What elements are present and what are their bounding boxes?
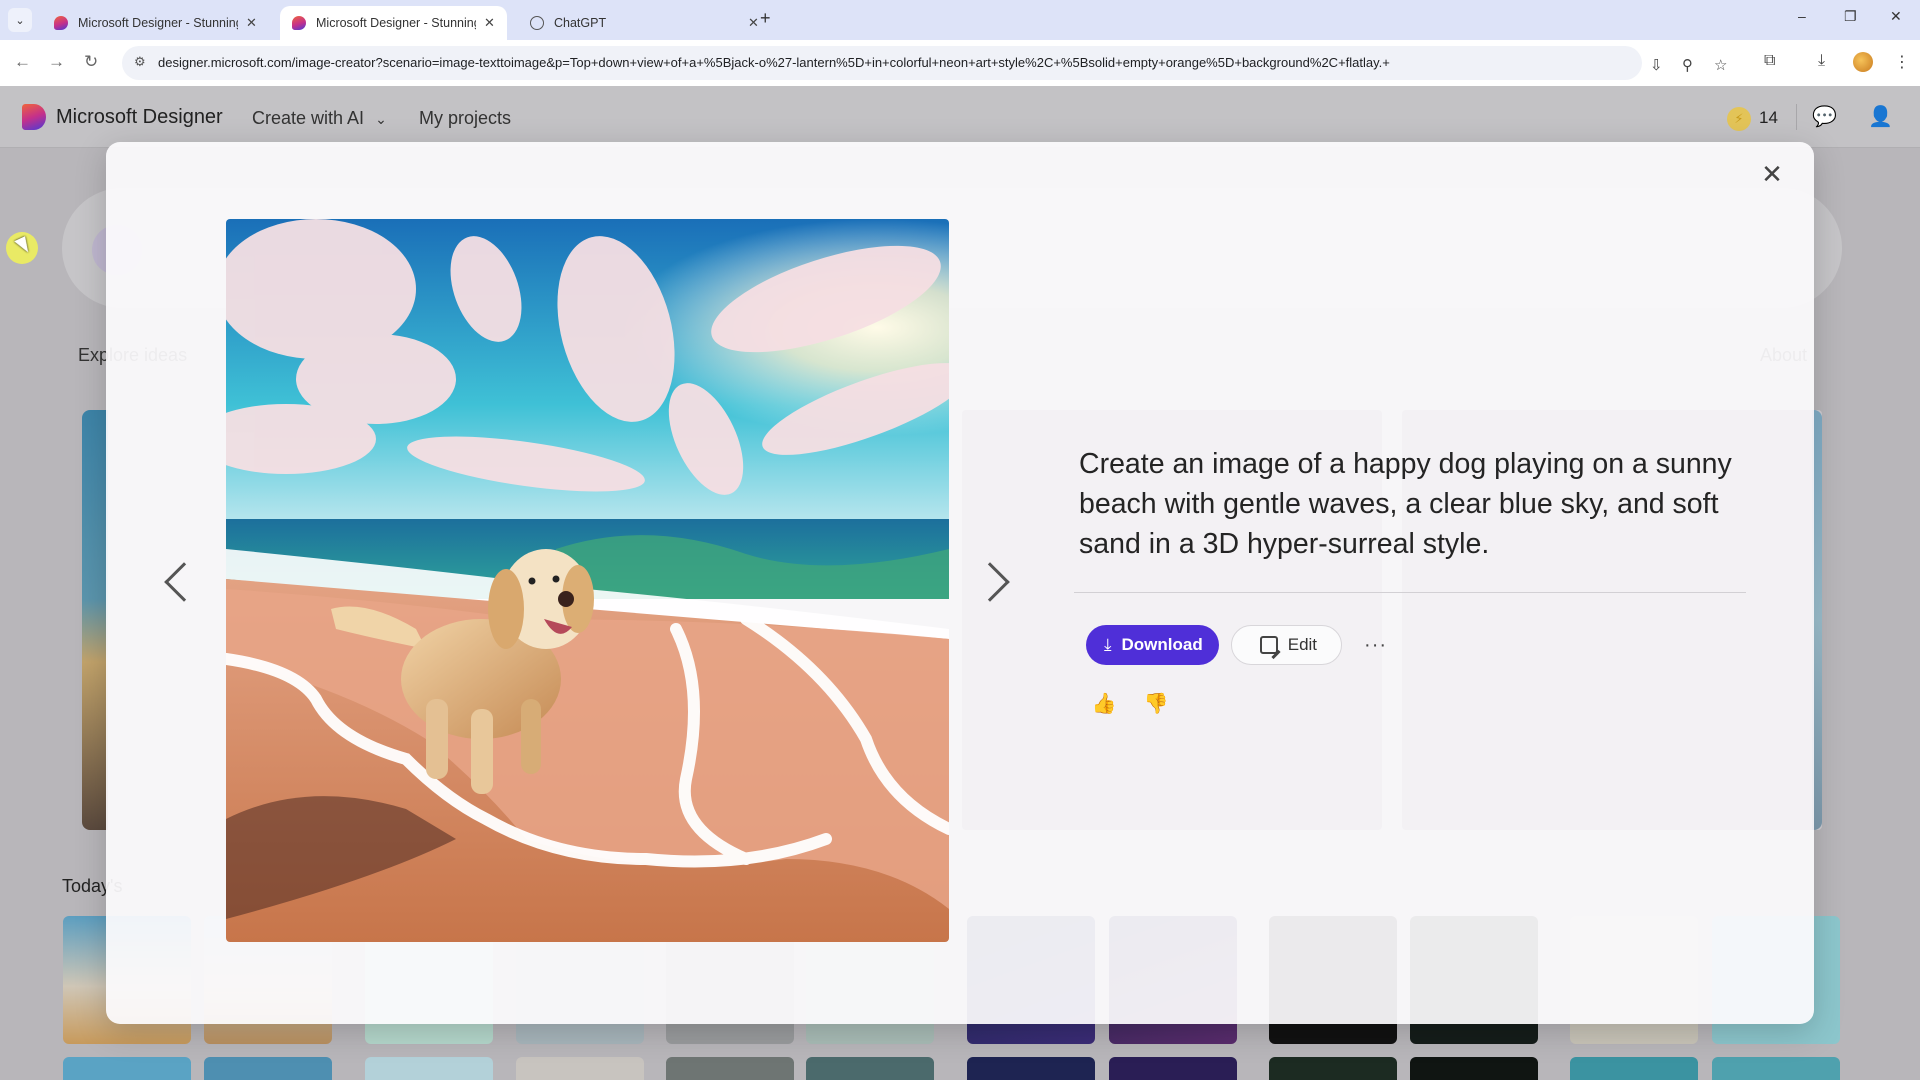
- tab-close-icon[interactable]: ✕: [748, 15, 759, 31]
- tab-close-icon[interactable]: ✕: [246, 15, 257, 31]
- more-options-icon[interactable]: ···: [1364, 634, 1387, 657]
- tab-search-button[interactable]: ⌄: [8, 8, 32, 32]
- header-divider: [1796, 104, 1797, 130]
- boost-coin-icon[interactable]: ⚡: [1727, 107, 1751, 131]
- background-thumbnail: [1410, 1057, 1538, 1080]
- extensions-icon[interactable]: ⧉: [1764, 52, 1775, 70]
- browser-toolbar: ← → ↻ ⚙ designer.microsoft.com/image-cre…: [0, 40, 1920, 86]
- generated-image[interactable]: [226, 219, 949, 942]
- tab-title: Microsoft Designer - Stunning d: [316, 16, 476, 30]
- account-icon[interactable]: 👤: [1868, 104, 1893, 129]
- feedback-buttons: 👍 👎: [1088, 687, 1192, 719]
- chevron-right-icon: [970, 562, 1010, 602]
- site-info-icon[interactable]: ⚙: [134, 54, 146, 70]
- downloads-icon[interactable]: ⤓: [1818, 52, 1825, 70]
- chevron-down-icon: ⌄: [15, 14, 25, 27]
- chatgpt-favicon-icon: [530, 16, 544, 30]
- boosts-count: 14: [1759, 108, 1778, 127]
- next-image-button[interactable]: [970, 552, 1018, 612]
- address-bar[interactable]: ⚙ designer.microsoft.com/image-creator?s…: [122, 46, 1727, 80]
- background-thumbnail: [1109, 1057, 1237, 1080]
- background-thumbnail: [204, 1057, 332, 1080]
- nav-create-with-ai[interactable]: Create with AI ⌄: [252, 108, 387, 129]
- divider: [1074, 592, 1746, 593]
- designer-favicon-icon: [292, 16, 306, 30]
- thumbs-down-icon[interactable]: 👎: [1140, 687, 1172, 719]
- designer-logo-icon[interactable]: [22, 104, 46, 130]
- designer-favicon-icon: [54, 16, 68, 30]
- background-thumbnail: [1570, 1057, 1698, 1080]
- close-modal-button[interactable]: ✕: [1756, 158, 1788, 190]
- background-thumbnail: [967, 1057, 1095, 1080]
- image-actions: ⤓ Download Edit ···: [1086, 625, 1387, 665]
- download-button[interactable]: ⤓ Download: [1086, 625, 1219, 665]
- download-label: Download: [1121, 635, 1203, 654]
- chevron-left-icon: [164, 562, 204, 602]
- url-text[interactable]: designer.microsoft.com/image-creator?sce…: [158, 55, 1578, 70]
- background-card: [82, 410, 108, 830]
- restore-button[interactable]: ❐: [1844, 8, 1857, 25]
- background-thumbnail: [806, 1057, 934, 1080]
- background-thumbnail: [365, 1057, 493, 1080]
- bookmark-star-icon[interactable]: ☆: [1714, 56, 1727, 74]
- new-tab-button[interactable]: +: [760, 8, 771, 29]
- image-viewer-modal: ✕ Create an image of a happy dog playing…: [106, 142, 1822, 1024]
- browser-menu-icon[interactable]: ⋮: [1894, 52, 1910, 72]
- nav-label: Create with AI: [252, 108, 365, 128]
- window-close-button[interactable]: ✕: [1890, 8, 1902, 25]
- previous-image-button[interactable]: [156, 552, 204, 612]
- nav-my-projects[interactable]: My projects: [419, 108, 511, 129]
- zoom-icon[interactable]: ⚲: [1682, 56, 1693, 74]
- brand-name[interactable]: Microsoft Designer: [56, 106, 223, 129]
- install-app-icon[interactable]: ⇩: [1650, 56, 1663, 74]
- edit-button[interactable]: Edit: [1230, 625, 1343, 665]
- background-thumbnail: [516, 1057, 644, 1080]
- back-button[interactable]: ←: [14, 52, 31, 72]
- close-icon: ✕: [1761, 158, 1783, 189]
- prompt-text: Create an image of a happy dog playing o…: [1079, 448, 1732, 560]
- reload-button[interactable]: ↻: [84, 52, 98, 72]
- edit-image-icon: [1259, 636, 1278, 654]
- edit-label: Edit: [1287, 635, 1318, 654]
- app-header: Microsoft Designer Create with AI ⌄ My p…: [0, 86, 1920, 148]
- browser-tab-bar: ⌄ Microsoft Designer - Stunning d ✕ Micr…: [0, 0, 1920, 40]
- browser-tab[interactable]: ChatGPT ✕: [518, 6, 771, 40]
- tab-title: Microsoft Designer - Stunning d: [78, 16, 238, 30]
- generated-image-art: [226, 219, 949, 942]
- browser-tab[interactable]: Microsoft Designer - Stunning d ✕: [42, 6, 269, 40]
- forward-button[interactable]: →: [48, 52, 65, 72]
- background-thumbnail: [666, 1057, 794, 1080]
- chevron-down-icon: ⌄: [375, 111, 387, 127]
- background-thumbnail: [63, 1057, 191, 1080]
- thumbs-up-icon[interactable]: 👍: [1088, 687, 1120, 719]
- tab-close-icon[interactable]: ✕: [484, 15, 495, 31]
- minimize-button[interactable]: –: [1798, 8, 1806, 24]
- feedback-icon[interactable]: 💬: [1812, 104, 1837, 129]
- background-thumbnail: [1712, 1057, 1840, 1080]
- background-thumbnail: [1269, 1057, 1397, 1080]
- download-icon: ⤓: [1104, 635, 1112, 654]
- tab-title: ChatGPT: [554, 16, 607, 30]
- profile-avatar[interactable]: [1853, 52, 1873, 72]
- browser-tab-active[interactable]: Microsoft Designer - Stunning d ✕: [280, 6, 507, 40]
